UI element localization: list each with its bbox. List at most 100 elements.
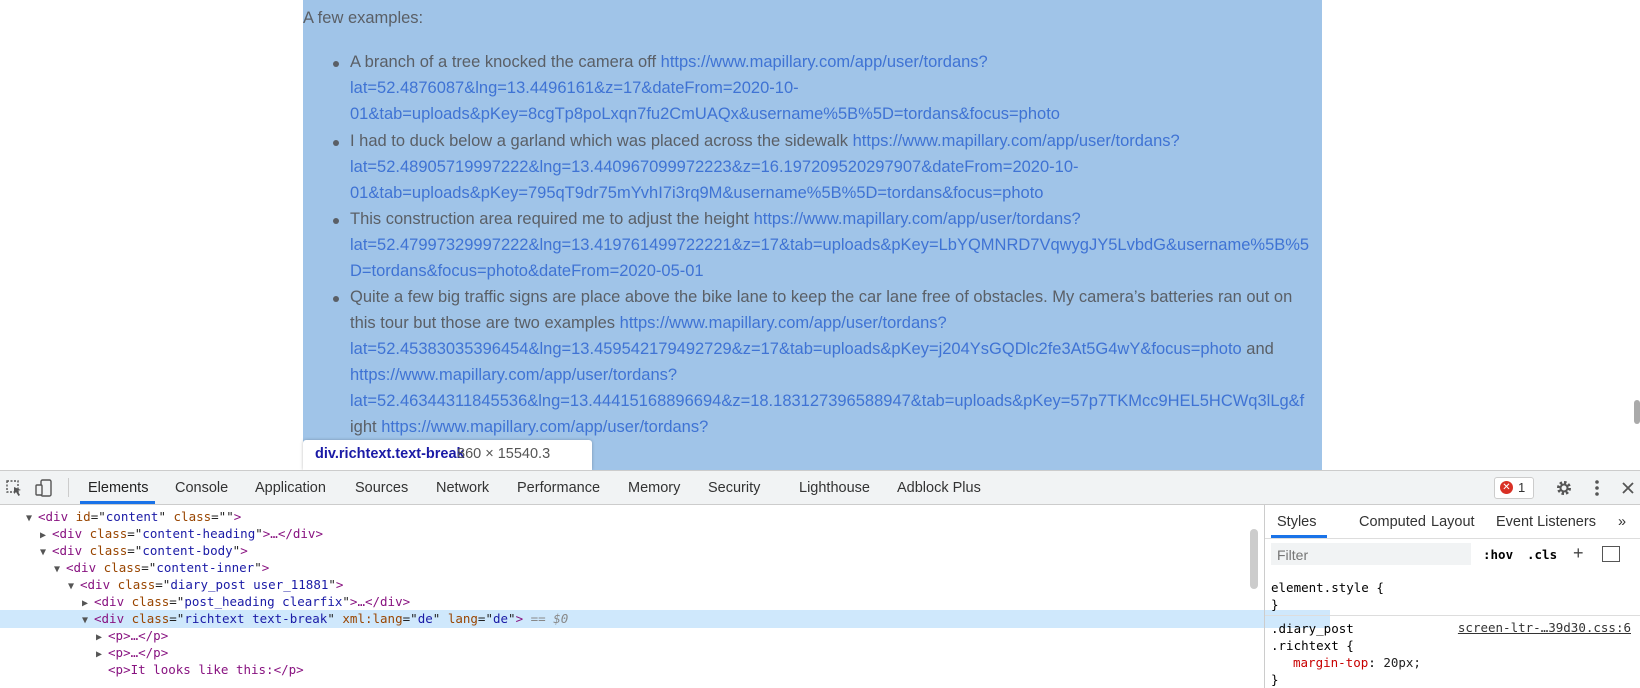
error-count: 1 [1518,480,1526,495]
attr-name: class [89,543,128,558]
attr-space [124,611,132,626]
mapillary-link[interactable]: lat=52.45383035396454&lng=13.45954217949… [350,340,1242,358]
list-item-line: 01&tab=uploads&pKey=795qT9dr75mYvhI7i3rq… [350,183,1043,203]
devtools-toolbar: Elements Console Application Sources Net… [0,471,1640,505]
page-scrollbar-thumb[interactable] [1634,400,1640,424]
attr-name: class [131,594,170,609]
mapillary-link[interactable]: lat=52.4876087&lng=13.4496161&z=17&dateF… [350,79,799,97]
tab-lighthouse[interactable]: Lighthouse [799,480,870,496]
styles-pane: Styles Computed Layout Event Listeners »… [1264,505,1640,688]
dom-node[interactable]: ▼ <div class="content-body"> [0,542,1288,560]
attr-space [166,509,174,524]
attr-quote: " [158,509,166,524]
subtab-computed[interactable]: Computed [1359,514,1426,530]
dom-node[interactable]: ▶ <p>…</p> [0,644,1344,662]
list-item-line: D=tordans&focus=photo&dateFrom=2020-05-0… [350,261,704,281]
tag-tail: >It looks like this:</p> [123,662,304,677]
list-item-line: lat=52.45383035396454&lng=13.45954217949… [350,339,1274,359]
styles-filter [1271,543,1471,567]
mapillary-link[interactable]: 01&tab=uploads&pKey=8cgTp8poLxqn7fu2CmUA… [350,105,1060,123]
settings-gear-icon[interactable] [1555,479,1573,497]
tab-network[interactable]: Network [436,480,489,496]
dom-tree-scrollbar[interactable] [1250,529,1258,589]
attr-space [96,560,104,575]
tag-name: p [115,645,124,660]
tag-bracket: < [38,509,46,524]
list-item-text: I had to duck below a garland which was … [350,132,853,150]
attr-name: class [173,509,212,524]
tab-sources[interactable]: Sources [355,480,408,496]
rule-declaration[interactable]: margin-top: 20px; [1293,654,1421,671]
inspect-element-icon[interactable] [5,479,23,497]
tab-security[interactable]: Security [708,480,760,496]
attr-quote: " [327,611,335,626]
toggle-sidebar-icon[interactable] [1602,546,1620,562]
element-style-selector: element.style { [1271,580,1384,595]
dom-node[interactable]: ▶ <div class="post_heading clearfix">…</d… [0,593,1330,611]
attr-equals: =" [127,526,143,541]
attr-space [440,611,448,626]
styles-filter-input[interactable] [1271,543,1469,567]
dom-node-selected[interactable]: ▼ <div class="richtext text-break" xml:la… [0,610,1330,628]
close-devtools-icon[interactable] [1619,479,1637,497]
tab-performance[interactable]: Performance [517,480,600,496]
dom-node[interactable]: ▶ <div class="content-heading">…</div> [0,525,1288,543]
error-counter[interactable]: ✕ 1 [1494,477,1534,499]
attr-value: de [417,611,433,626]
list-item-line: this tour but those are two examples htt… [350,313,947,333]
dom-node[interactable]: ▼ <div class="content-inner"> [0,559,1302,577]
tag-bracket: < [52,526,60,541]
attr-name: class [131,611,170,626]
more-tabs-chevron-icon[interactable]: » [1618,514,1626,530]
subtab-styles[interactable]: Styles [1277,514,1317,530]
tab-console[interactable]: Console [175,480,228,496]
subtab-layout[interactable]: Layout [1431,514,1475,530]
hov-toggle[interactable]: :hov [1483,547,1513,562]
dom-node[interactable]: <p>It looks like this:</p> [0,661,1344,679]
tag-tail: > [261,560,270,575]
tag-bracket: < [108,645,116,660]
toolbar-divider [68,478,69,497]
mapillary-link[interactable]: https://www.mapillary.com/app/user/torda… [661,53,988,71]
mapillary-link[interactable]: https://www.mapillary.com/app/user/torda… [754,210,1081,228]
mapillary-link[interactable]: lat=52.47997329997222&lng=13.41976149972… [350,236,1309,254]
mapillary-link[interactable]: https://www.mapillary.com/app/user/torda… [620,314,947,332]
attr-name: class [89,526,128,541]
mapillary-link[interactable]: https://www.mapillary.com/app/user/torda… [350,366,677,384]
attr-name: lang [447,611,478,626]
attr-space [82,526,90,541]
mapillary-link[interactable]: D=tordans&focus=photo&dateFrom=2020-05-0… [350,262,704,280]
mapillary-link[interactable]: lat=52.46344311845536&lng=13.44415168896… [350,392,1304,410]
dom-node[interactable]: ▶ <p>…</p> [0,627,1344,645]
mapillary-link[interactable]: lat=52.48905719997222&lng=13.44096709997… [350,158,1079,176]
attr-value: content-heading [142,526,256,541]
attr-quote: " [328,577,336,592]
mapillary-link[interactable]: https://www.mapillary.com/app/user/torda… [381,418,708,436]
list-item-text: Quite a few big traffic signs are place … [350,288,1293,306]
tag-tail: > [335,577,344,592]
list-item-line: 01&tab=uploads&pKey=8cgTp8poLxqn7fu2CmUA… [350,104,1060,124]
device-toolbar-icon[interactable] [35,479,53,497]
tab-memory[interactable]: Memory [628,480,680,496]
new-style-rule-plus-icon[interactable]: + [1573,543,1584,564]
mapillary-link[interactable]: 01&tab=uploads&pKey=795qT9dr75mYvhI7i3rq… [350,184,1043,202]
tag-bracket: < [108,628,116,643]
more-options-icon[interactable] [1588,479,1606,497]
rule-source-link[interactable]: screen-ltr-…39d30.css:6 [1458,620,1631,635]
tag-name: div [59,543,83,558]
cls-toggle[interactable]: .cls [1527,547,1557,562]
tag-name: div [101,594,125,609]
subtab-event-listeners[interactable]: Event Listeners [1496,514,1596,530]
tab-elements[interactable]: Elements [88,480,148,496]
tooltip-selector: div.richtext.text-break [315,446,465,462]
bullet-icon [333,296,339,302]
mapillary-link[interactable]: https://www.mapillary.com/app/user/torda… [853,132,1180,150]
tag-name: div [45,509,69,524]
attr-equals: =" [169,611,185,626]
tab-application[interactable]: Application [255,480,326,496]
attr-value: diary_post user_11881 [170,577,329,592]
dom-node[interactable]: ▼ <div class="diary_post user_11881"> [0,576,1316,594]
attr-quote: " [226,509,234,524]
dom-node[interactable]: ▼ <div id="content" class=""> [0,508,1274,526]
tab-adblock-plus[interactable]: Adblock Plus [897,480,981,496]
